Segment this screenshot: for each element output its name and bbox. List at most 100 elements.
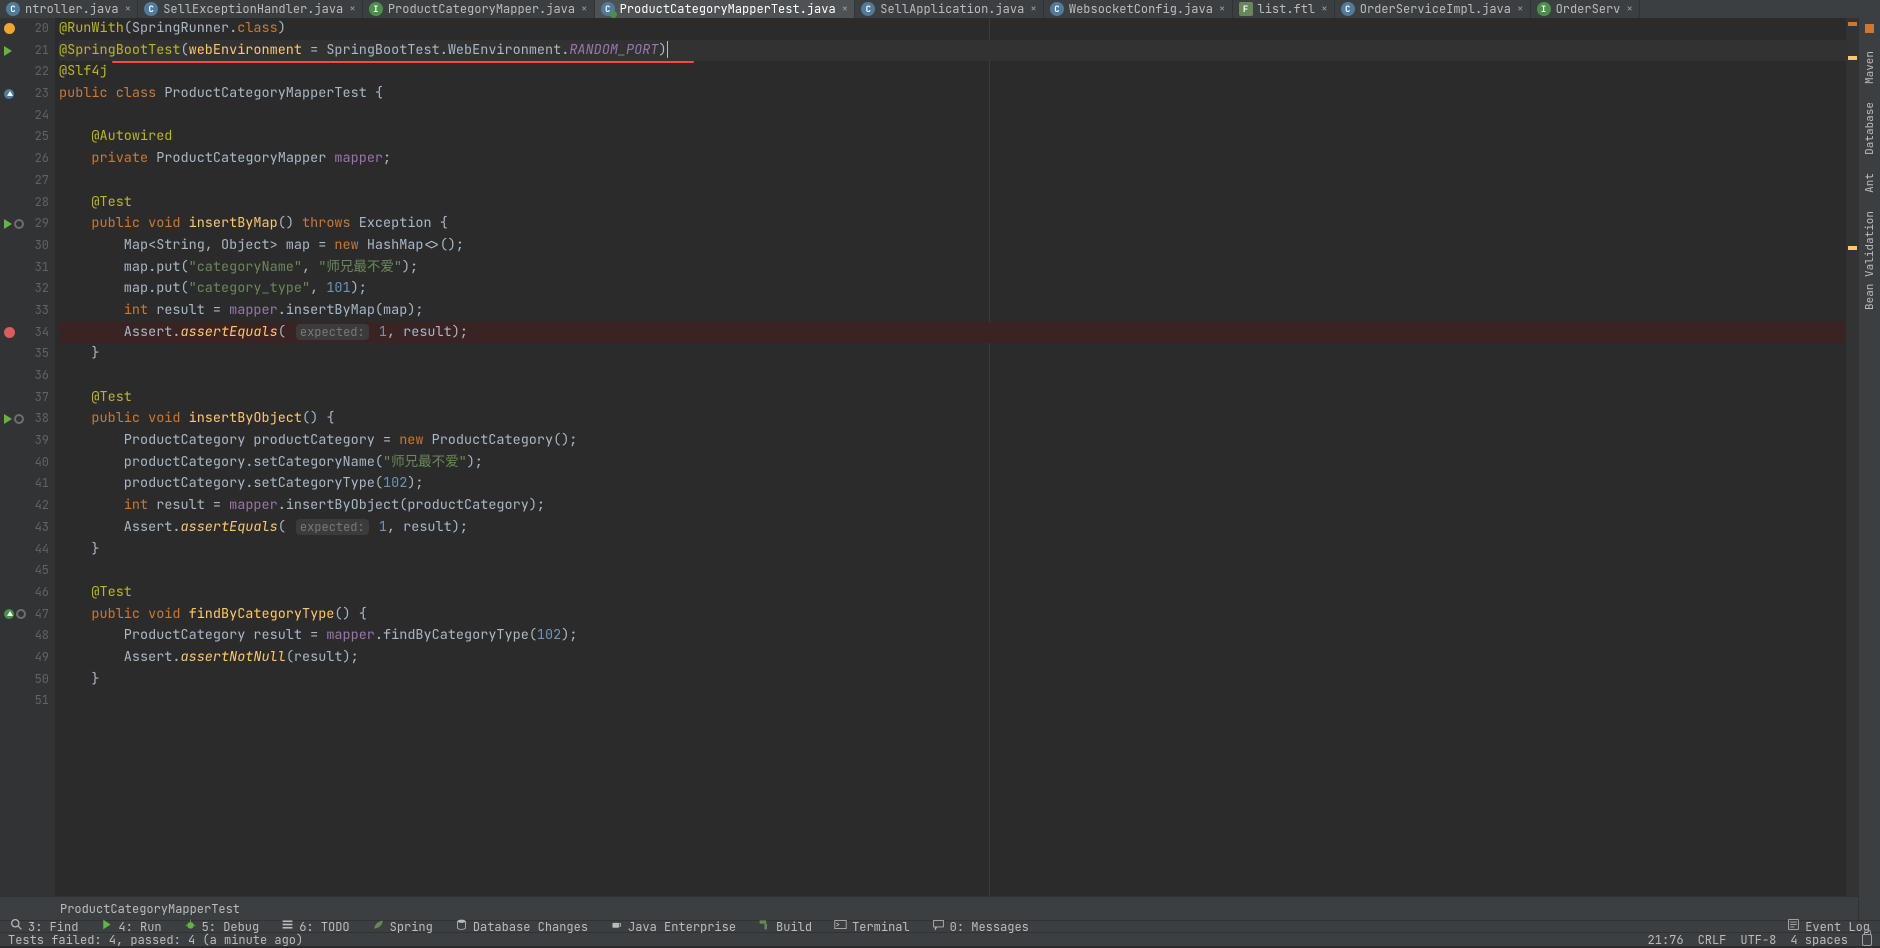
gutter-line[interactable]: 44 — [0, 539, 51, 561]
toolwin-build[interactable]: Build — [758, 921, 812, 932]
toolwin-jee[interactable]: Java Enterprise — [610, 921, 736, 932]
breadcrumb[interactable]: ProductCategoryMapperTest — [0, 896, 1858, 920]
gutter-line[interactable]: 36 — [0, 365, 51, 387]
code-line[interactable]: productCategory.setCategoryName("师兄最不爱")… — [59, 452, 1858, 474]
toolwin-debug[interactable]: 5: Debug — [184, 921, 260, 932]
stripe-mark[interactable] — [1848, 56, 1857, 60]
right-tool-ant[interactable]: Ant — [1863, 173, 1877, 193]
toolwin-term[interactable]: Terminal — [834, 921, 910, 932]
gutter-line[interactable]: 40 — [0, 452, 51, 474]
status-line-sep[interactable]: CRLF — [1698, 932, 1727, 948]
code-line[interactable]: public class ProductCategoryMapperTest { — [59, 83, 1858, 105]
right-tool-database[interactable]: Database — [1863, 102, 1877, 155]
impl-gutter-icon[interactable] — [4, 609, 14, 619]
gutter-line[interactable]: 37 — [0, 387, 51, 409]
gutter-line[interactable]: 28 — [0, 192, 51, 214]
gutter-line[interactable]: 34 — [0, 322, 51, 344]
run-gutter-icon[interactable] — [4, 414, 12, 424]
tab-list-ftl[interactable]: Flist.ftl× — [1233, 0, 1335, 18]
error-stripe[interactable] — [1846, 18, 1858, 896]
code-line[interactable]: @Test — [59, 192, 1858, 214]
gutter-line[interactable]: 20 — [0, 18, 51, 40]
code-line[interactable] — [59, 560, 1858, 582]
code-line[interactable]: @SpringBootTest(webEnvironment = SpringB… — [59, 40, 1858, 62]
stripe-mark[interactable] — [1848, 246, 1857, 250]
gutter-line[interactable]: 32 — [0, 278, 51, 300]
toolwin-find[interactable]: 3: Find — [10, 921, 78, 932]
gutter-line[interactable]: 30 — [0, 235, 51, 257]
gutter-line[interactable]: 43 — [0, 517, 51, 539]
gutter[interactable]: 2021222324252627282930313233343536373839… — [0, 18, 55, 896]
code-view[interactable]: @RunWith(SpringRunner.class)@SpringBootT… — [55, 18, 1858, 712]
code-line[interactable]: @Test — [59, 582, 1858, 604]
code-line[interactable]: public void findByCategoryType() { — [59, 604, 1858, 626]
code-line[interactable] — [59, 170, 1858, 192]
gutter-line[interactable]: 25 — [0, 126, 51, 148]
tab-sellexceptionhandler-java[interactable]: CSellExceptionHandler.java× — [138, 0, 363, 18]
code-line[interactable]: int result = mapper.insertByObject(produ… — [59, 495, 1858, 517]
code-line[interactable]: @Test — [59, 387, 1858, 409]
code-line[interactable]: public void insertByObject() { — [59, 408, 1858, 430]
gutter-line[interactable]: 50 — [0, 669, 51, 691]
gutter-line[interactable]: 22 — [0, 61, 51, 83]
code-line[interactable]: private ProductCategoryMapper mapper; — [59, 148, 1858, 170]
run-gutter-icon[interactable] — [4, 219, 12, 229]
code-line[interactable]: Map<String, Object> map = new HashMap<>(… — [59, 235, 1858, 257]
method-gutter-icon[interactable] — [14, 219, 24, 229]
gutter-line[interactable]: 46 — [0, 582, 51, 604]
close-icon[interactable]: × — [125, 2, 132, 16]
code-column[interactable]: @RunWith(SpringRunner.class)@SpringBootT… — [55, 18, 1858, 896]
code-line[interactable]: } — [59, 669, 1858, 691]
code-line[interactable]: map.put("categoryName", "师兄最不爱"); — [59, 257, 1858, 279]
gutter-line[interactable]: 51 — [0, 690, 51, 712]
code-line[interactable] — [59, 690, 1858, 712]
gutter-line[interactable]: 27 — [0, 170, 51, 192]
right-tool-maven[interactable]: Maven — [1863, 51, 1877, 84]
close-icon[interactable]: × — [1219, 2, 1226, 16]
toolwin-event-log[interactable]: Event Log — [1787, 921, 1870, 932]
gutter-line[interactable]: 45 — [0, 560, 51, 582]
tab-productcategorymapper-java[interactable]: IProductCategoryMapper.java× — [363, 0, 595, 18]
code-line[interactable]: map.put("category_type", 101); — [59, 278, 1858, 300]
gutter-line[interactable]: 29 — [0, 213, 51, 235]
close-icon[interactable]: × — [1517, 2, 1524, 16]
gutter-line[interactable]: 33 — [0, 300, 51, 322]
code-line[interactable]: ProductCategory productCategory = new Pr… — [59, 430, 1858, 452]
code-line[interactable]: public void insertByMap() throws Excepti… — [59, 213, 1858, 235]
code-line[interactable]: Assert.assertEquals( expected: 1, result… — [59, 517, 1858, 539]
gutter-line[interactable]: 49 — [0, 647, 51, 669]
gutter-line[interactable]: 48 — [0, 625, 51, 647]
gutter-line[interactable]: 42 — [0, 495, 51, 517]
toolwin-dbchg[interactable]: Database Changes — [455, 921, 588, 932]
close-icon[interactable]: × — [1626, 2, 1633, 16]
tab-ntroller-java[interactable]: Cntroller.java× — [0, 0, 138, 18]
code-line[interactable]: } — [59, 343, 1858, 365]
status-encoding[interactable]: UTF-8 — [1740, 932, 1776, 948]
readonly-lock-icon[interactable] — [1862, 934, 1872, 946]
over-gutter-icon[interactable] — [4, 89, 14, 99]
close-icon[interactable]: × — [1321, 2, 1328, 16]
close-icon[interactable]: × — [1030, 2, 1037, 16]
code-line[interactable]: ProductCategory result = mapper.findByCa… — [59, 625, 1858, 647]
gutter-line[interactable]: 24 — [0, 105, 51, 127]
tab-orderserviceimpl-java[interactable]: COrderServiceImpl.java× — [1335, 0, 1531, 18]
code-line[interactable]: int result = mapper.insertByMap(map); — [59, 300, 1858, 322]
gutter-line[interactable]: 23 — [0, 83, 51, 105]
gutter-line[interactable]: 26 — [0, 148, 51, 170]
stripe-mark[interactable] — [1848, 22, 1857, 26]
toolwin-todo[interactable]: 6: TODO — [281, 921, 349, 932]
status-indent[interactable]: 4 spaces — [1790, 932, 1848, 948]
gutter-line[interactable]: 31 — [0, 257, 51, 279]
tab-websocketconfig-java[interactable]: CWebsocketConfig.java× — [1044, 0, 1233, 18]
close-icon[interactable]: × — [349, 2, 356, 16]
code-line[interactable]: Assert.assertNotNull(result); — [59, 647, 1858, 669]
code-line[interactable] — [59, 365, 1858, 387]
code-line[interactable] — [59, 105, 1858, 127]
gutter-line[interactable]: 39 — [0, 430, 51, 452]
bp-gutter-icon[interactable] — [4, 327, 15, 338]
toolwin-msg[interactable]: 0: Messages — [932, 921, 1029, 932]
tab-orderserv[interactable]: IOrderServ× — [1531, 0, 1640, 18]
code-line[interactable]: @RunWith(SpringRunner.class) — [59, 18, 1858, 40]
method-gutter-icon[interactable] — [16, 609, 26, 619]
close-icon[interactable]: × — [842, 2, 849, 16]
